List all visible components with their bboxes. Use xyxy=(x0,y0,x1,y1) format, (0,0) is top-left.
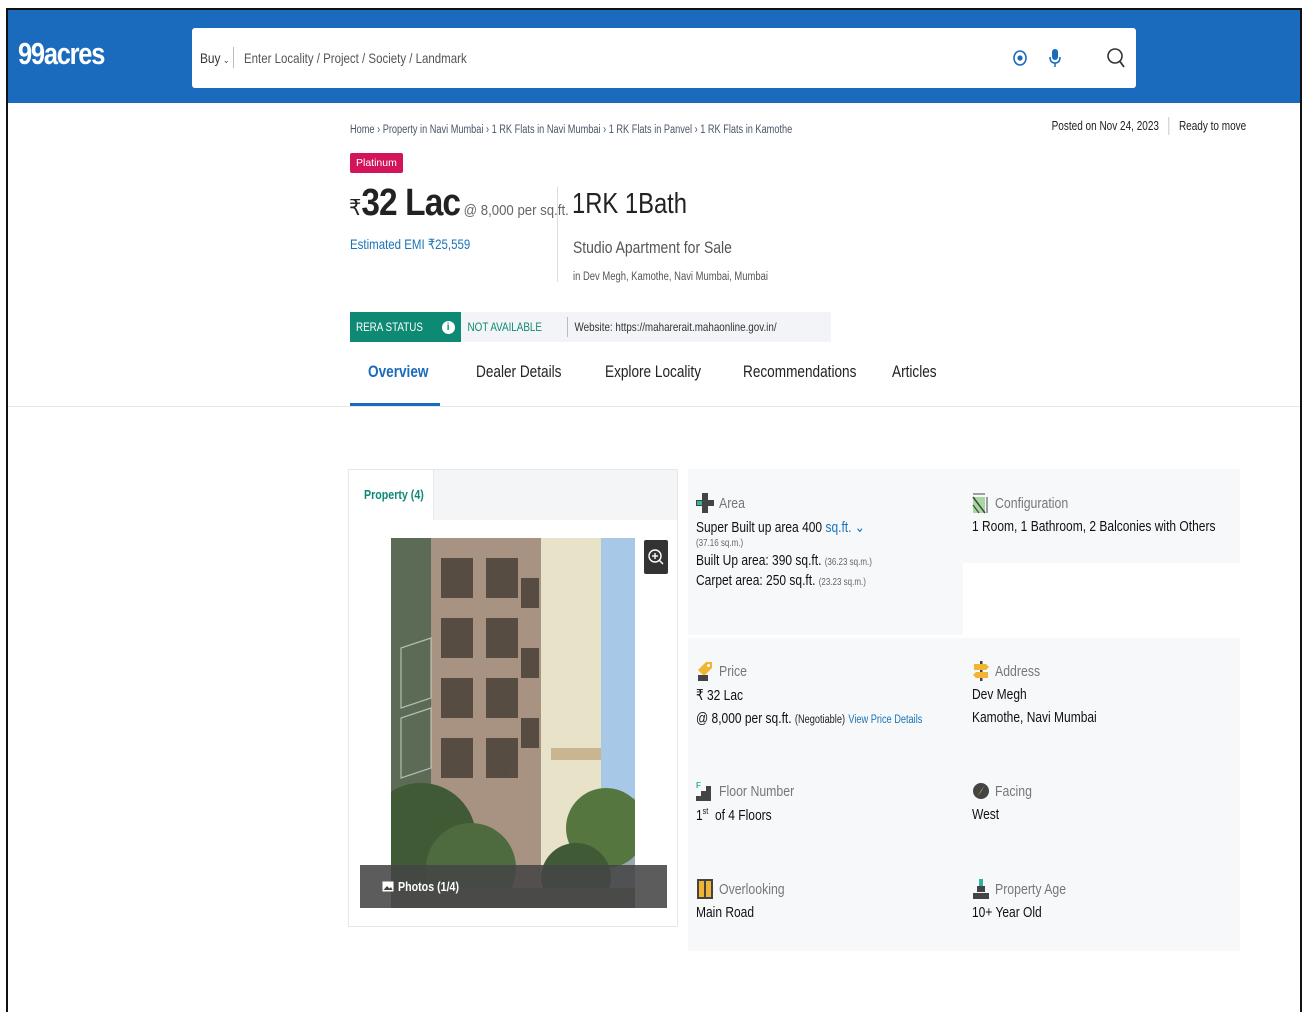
ready-status: Ready to move xyxy=(1178,119,1246,133)
detail-configuration: Configuration 1 Room, 1 Bathroom, 2 Balc… xyxy=(972,492,1276,535)
unit-selector[interactable]: sq.ft. ⌄ xyxy=(825,519,864,536)
header-bar: 99acres Buy ⌄ xyxy=(8,10,1300,103)
configuration-value: 1 Room, 1 Bathroom, 2 Balconies with Oth… xyxy=(972,518,1216,535)
photo-tab-label: Property (4) xyxy=(364,487,424,502)
facing-label: Facing xyxy=(995,782,1032,800)
price-per-sqft-detail: @ 8,000 per sq.ft. xyxy=(696,710,792,727)
price-amount: 32 Lac xyxy=(361,182,461,224)
carpet-area: Carpet area: 250 sq.ft. xyxy=(696,572,816,589)
price-heading: ₹ 32 Lac @ 8,000 per sq.ft. xyxy=(349,182,569,225)
property-photo[interactable] xyxy=(391,538,635,908)
search-box: Buy ⌄ xyxy=(192,28,1136,88)
address-line1: Dev Megh xyxy=(972,686,1027,703)
detail-property-age: Property Age 10+ Year Old xyxy=(972,878,1082,921)
view-price-details-link[interactable]: View Price Details xyxy=(848,714,922,726)
address-line2: Kamothe, Navi Mumbai xyxy=(972,709,1097,726)
zoom-in-icon[interactable] xyxy=(644,540,668,574)
page-frame: 99acres Buy⌄ Home › Property in Navi Mum… xyxy=(6,8,1302,1012)
microphone-icon[interactable] xyxy=(1043,46,1067,70)
info-icon[interactable]: i xyxy=(441,320,455,334)
built-up-area: Built Up area: 390 sq.ft. xyxy=(696,552,822,569)
property-age-label: Property Age xyxy=(995,880,1067,898)
posted-info: Posted on Nov 24, 2023 Ready to move xyxy=(1051,117,1246,135)
rera-status-label: RERA STATUS xyxy=(356,320,423,334)
price-value: ₹ 32 Lac xyxy=(696,687,743,704)
detail-area: Area Super Built up area 400 sq.ft. ⌄ (3… xyxy=(696,492,916,589)
overlooking-value: Main Road xyxy=(696,904,755,921)
window-icon xyxy=(696,878,714,900)
rera-strip: RERA STATUS i NOT AVAILABLE Website: htt… xyxy=(350,312,831,342)
facing-value: West xyxy=(972,806,1000,823)
super-built-sqm: (37.16 sq.m.) xyxy=(696,538,744,549)
photos-count-label: Photos (1/4) xyxy=(398,879,460,894)
config-location: in Dev Megh, Kamothe, Navi Mumbai, Mumba… xyxy=(573,271,768,283)
divider xyxy=(233,47,234,68)
rera-value: NOT AVAILABLE xyxy=(467,320,542,334)
config-title: 1RK 1Bath xyxy=(572,188,688,220)
buy-dropdown[interactable]: Buy ⌄ xyxy=(200,50,229,66)
built-up-sqm: (36.23 sq.m.) xyxy=(824,557,872,568)
divider xyxy=(557,187,558,282)
photos-count-button[interactable]: Photos (1/4) xyxy=(360,865,667,908)
property-age-value: 10+ Year Old xyxy=(972,904,1042,921)
rupee-symbol: ₹ xyxy=(349,195,362,220)
configuration-icon xyxy=(972,492,990,514)
location-icon[interactable] xyxy=(1008,46,1032,70)
building-age-icon xyxy=(972,878,990,900)
divider xyxy=(1168,117,1170,135)
svg-text:F: F xyxy=(696,781,701,790)
tab-articles[interactable]: Articles xyxy=(892,362,937,382)
emi-link[interactable]: Estimated EMI ₹25,559 xyxy=(350,236,470,253)
floor-label: Floor Number xyxy=(719,782,795,800)
tab-recommendations[interactable]: Recommendations xyxy=(743,362,856,382)
chevron-down-icon: ⌄ xyxy=(223,55,230,65)
super-built-area: Super Built up area 400 xyxy=(696,519,823,536)
detail-price: Price ₹ 32 Lac @ 8,000 per sq.ft. (Negot… xyxy=(696,660,979,727)
floor-total: of 4 Floors xyxy=(714,807,772,824)
detail-facing: Facing West xyxy=(972,780,1040,824)
detail-floor: F Floor Number 1st of 4 Floors xyxy=(696,780,811,824)
search-input[interactable] xyxy=(244,45,835,71)
tab-property-photos[interactable]: Property (4) xyxy=(349,470,434,520)
buy-label: Buy xyxy=(200,50,221,66)
configuration-label: Configuration xyxy=(995,494,1069,512)
platinum-badge: Platinum xyxy=(350,153,403,173)
site-logo[interactable]: 99acres xyxy=(18,36,105,72)
floor-icon: F xyxy=(696,780,714,802)
price-per-sqft: @ 8,000 per sq.ft. xyxy=(463,202,569,219)
floor-ordinal-suffix: st xyxy=(702,806,709,816)
tab-overview[interactable]: Overview xyxy=(368,362,428,382)
signpost-icon xyxy=(972,660,990,682)
area-label: Area xyxy=(719,494,745,512)
price-label: Price xyxy=(719,662,748,680)
detail-address: Address Dev Megh Kamothe, Navi Mumbai xyxy=(972,660,1128,726)
photo-tabbar: Property (4) xyxy=(349,470,677,520)
image-icon xyxy=(382,881,394,892)
search-icon[interactable] xyxy=(1104,46,1128,70)
breadcrumb[interactable]: Home › Property in Navi Mumbai › 1 RK Fl… xyxy=(350,124,792,136)
config-subtitle: Studio Apartment for Sale xyxy=(573,238,732,257)
posted-date: Posted on Nov 24, 2023 xyxy=(1051,119,1159,133)
chevron-down-icon: ⌄ xyxy=(854,519,865,536)
carpet-sqm: (23.23 sq.m.) xyxy=(818,577,866,588)
address-label: Address xyxy=(995,662,1041,680)
unit-label: sq.ft. xyxy=(825,519,852,536)
rera-website: Website: https://maharerait.mahaonline.g… xyxy=(574,320,777,334)
price-tag-icon xyxy=(696,660,714,682)
detail-overlooking: Overlooking Main Road xyxy=(696,878,799,921)
divider xyxy=(8,406,1300,407)
rera-status-badge[interactable]: RERA STATUS i xyxy=(350,312,461,342)
compass-icon xyxy=(972,780,990,802)
negotiable-tag: (Negotiable) xyxy=(794,714,846,726)
photo-card: Property (4) Photos (1/4) xyxy=(348,469,678,927)
tab-dealer-details[interactable]: Dealer Details xyxy=(476,362,561,382)
area-icon xyxy=(696,492,714,514)
tab-explore-locality[interactable]: Explore Locality xyxy=(605,362,701,382)
overlooking-label: Overlooking xyxy=(719,880,785,898)
